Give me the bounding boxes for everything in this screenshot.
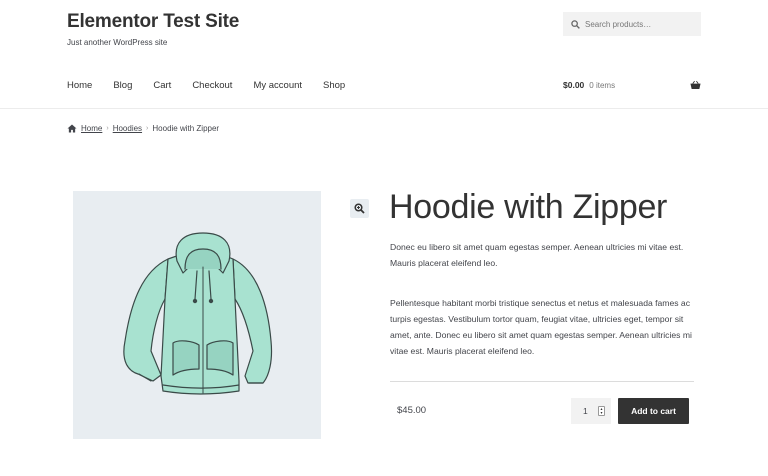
product-title: Hoodie with Zipper <box>389 188 668 226</box>
nav-item-blog[interactable]: Blog <box>113 80 132 91</box>
add-to-cart-button[interactable]: Add to cart <box>618 398 689 424</box>
site-title[interactable]: Elementor Test Site <box>67 11 239 33</box>
cart-item-count: 0 items <box>589 80 616 90</box>
search-box[interactable] <box>563 12 701 36</box>
nav-item-my-account[interactable]: My account <box>253 80 302 91</box>
zoom-button[interactable] <box>350 199 369 218</box>
nav-item-checkout[interactable]: Checkout <box>192 80 232 91</box>
site-tagline: Just another WordPress site <box>67 38 168 47</box>
quantity-stepper[interactable]: 1 ▴ ▾ <box>571 398 611 424</box>
product-image[interactable] <box>73 191 321 439</box>
header-divider <box>0 108 768 109</box>
breadcrumb: Home › Hoodies › Hoodie with Zipper <box>67 124 219 133</box>
product-short-description: Donec eu libero sit amet quam egestas se… <box>390 242 684 268</box>
breadcrumb-separator: › <box>146 125 149 132</box>
breadcrumb-home[interactable]: Home <box>81 124 102 133</box>
breadcrumb-separator: › <box>106 125 109 132</box>
magnifier-zoom-icon <box>354 203 365 214</box>
cart-amount: $0.00 <box>563 80 585 90</box>
primary-navigation: Home Blog Cart Checkout My account Shop <box>67 80 366 91</box>
search-input[interactable] <box>585 19 695 29</box>
nav-item-shop[interactable]: Shop <box>323 80 345 91</box>
basket-icon <box>690 80 701 89</box>
spinner-arrows-icon[interactable]: ▴ ▾ <box>598 406 605 416</box>
breadcrumb-hoodies[interactable]: Hoodies <box>113 124 142 133</box>
breadcrumb-current: Hoodie with Zipper <box>152 124 220 133</box>
add-to-cart-divider <box>390 381 694 382</box>
quantity-value: 1 <box>583 406 588 416</box>
home-icon <box>67 124 77 133</box>
product-price: $45.00 <box>397 405 427 416</box>
header-cart[interactable]: $0.00 0 items <box>563 80 701 90</box>
hoodie-illustration <box>123 232 273 395</box>
search-icon <box>571 19 580 29</box>
product-long-description: Pellentesque habitant morbi tristique se… <box>390 298 692 356</box>
nav-item-cart[interactable]: Cart <box>153 80 171 91</box>
nav-item-home[interactable]: Home <box>67 80 92 91</box>
